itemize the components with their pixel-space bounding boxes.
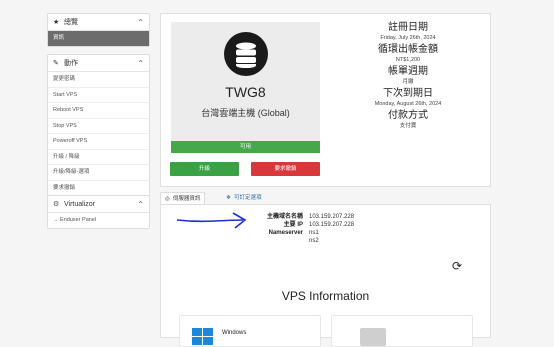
- globe-icon: ◎: [165, 196, 170, 202]
- payment-method-label: 付款方式: [388, 110, 428, 121]
- tab-server-info-label: 伺服器資訊: [172, 196, 201, 202]
- top-strip: [0, 0, 554, 6]
- product-card: TWG8 台灣雲端主機 (Global): [171, 22, 320, 147]
- database-icon: [224, 32, 268, 76]
- billing-info: 註冊日期 Friday, July 26th, 2024 循環出帳金額 NT$1…: [329, 22, 487, 132]
- due-date-value: Monday, August 26th, 2024: [374, 101, 442, 107]
- product-panel: TWG8 台灣雲端主機 (Global) 可用 升級 要求撤銷 註冊日期 Fri…: [160, 13, 491, 187]
- detail-key: 主機域名名稱: [266, 214, 303, 220]
- actions-panel-header[interactable]: ✎ 動作 ⌃: [48, 55, 149, 72]
- sidebar-actions-panel: ✎ 動作 ⌃ 變更密碼 Start VPS Reboot VPS Stop VP…: [47, 54, 150, 196]
- detail-key: Nameserver: [268, 230, 303, 236]
- info-tabs: ◎ 伺服器資訊 ❖ 可訂定選項: [160, 192, 489, 205]
- reg-date-value: Friday, July 26th, 2024: [380, 35, 436, 41]
- reg-date-label: 註冊日期: [388, 22, 428, 33]
- cubes-icon: ❖: [226, 195, 231, 201]
- enduser-panel-label: Enduser Panel: [60, 217, 97, 223]
- sidebar-overview-panel: ★ 總覽 ⌃ 資訊: [47, 13, 150, 47]
- detail-row: 主要 IP 103.159.207.228: [223, 221, 354, 229]
- detail-row: 主機域名名稱 103.159.207.228: [223, 213, 354, 221]
- sidebar-item-info[interactable]: 資訊: [48, 31, 149, 46]
- chevron-up-icon[interactable]: ⌃: [137, 59, 144, 68]
- chevron-up-icon[interactable]: ⌃: [137, 18, 144, 27]
- recurring-amount-label: 循環出帳金額: [378, 44, 438, 55]
- product-subtitle: 台灣雲端主機 (Global): [201, 108, 290, 118]
- sidebar-item-enduser-panel[interactable]: → Enduser Panel: [48, 213, 149, 228]
- detail-key: [223, 237, 305, 245]
- overview-title: 總覽: [64, 19, 78, 26]
- os-card: Windows: [179, 315, 321, 347]
- sidebar-item-poweroff-vps[interactable]: Poweroff VPS: [48, 134, 149, 150]
- sidebar-item-upgrade-options[interactable]: 升級/降級-選項: [48, 165, 149, 181]
- upgrade-button[interactable]: 升級: [170, 162, 239, 176]
- product-name: TWG8: [225, 84, 266, 100]
- windows-icon: [192, 328, 214, 346]
- due-date-label: 下次到期日: [383, 88, 433, 99]
- arrow-right-icon: →: [53, 217, 59, 223]
- overview-panel-header[interactable]: ★ 總覽 ⌃: [48, 14, 149, 31]
- vps-info-title: VPS Information: [281, 289, 370, 303]
- request-cancel-button[interactable]: 要求撤銷: [251, 162, 320, 176]
- virtualizor-title: Virtualizor: [64, 200, 95, 208]
- sidebar-item-request-cancel[interactable]: 要求撤銷: [48, 181, 149, 196]
- billing-cycle-label: 帳單週期: [388, 66, 428, 77]
- status-card: [331, 315, 473, 347]
- sidebar-item-stop-vps[interactable]: Stop VPS: [48, 119, 149, 134]
- recurring-amount-value: NT$1,200: [395, 57, 421, 63]
- wrench-icon: ✎: [53, 60, 59, 67]
- detail-row: Nameserver ns1: [223, 229, 354, 237]
- sidebar-virtualizor-panel: ⚙ Virtualizor ⌃ → Enduser Panel: [47, 195, 150, 229]
- actions-title: 動作: [64, 60, 78, 67]
- payment-method-value: 支付寶: [399, 123, 417, 129]
- server-info-panel: 主機域名名稱 103.159.207.228 主要 IP 103.159.207…: [160, 204, 491, 347]
- virtualizor-panel-header[interactable]: ⚙ Virtualizor ⌃: [48, 196, 149, 213]
- gear-icon: ⚙: [53, 201, 60, 208]
- sidebar-item-upgrade[interactable]: 升級 / 降級: [48, 150, 149, 165]
- chevron-up-icon[interactable]: ⌃: [137, 200, 144, 209]
- detail-value: ns1: [309, 230, 319, 236]
- detail-value: ns2: [309, 238, 319, 244]
- placeholder-icon: [360, 328, 386, 346]
- sidebar-item-change-password[interactable]: 變更密碼: [48, 72, 149, 88]
- detail-value: 103.159.207.228: [309, 214, 355, 220]
- billing-cycle-value: 月繳: [402, 79, 414, 85]
- server-details: 主機域名名稱 103.159.207.228 主要 IP 103.159.207…: [223, 213, 354, 245]
- sidebar-item-reboot-vps[interactable]: Reboot VPS: [48, 103, 149, 119]
- star-icon: ★: [53, 19, 60, 26]
- detail-value: 103.159.207.228: [309, 222, 355, 228]
- status-badge: 可用: [171, 141, 320, 153]
- tab-addons[interactable]: ❖ 可訂定選項: [222, 192, 265, 204]
- refresh-icon[interactable]: ⟳: [452, 259, 462, 273]
- detail-key: 主要 IP: [283, 222, 303, 228]
- tab-addons-label: 可訂定選項: [233, 195, 262, 201]
- sidebar-item-start-vps[interactable]: Start VPS: [48, 88, 149, 103]
- detail-row: ns2: [223, 237, 354, 245]
- os-label: Windows: [222, 330, 247, 336]
